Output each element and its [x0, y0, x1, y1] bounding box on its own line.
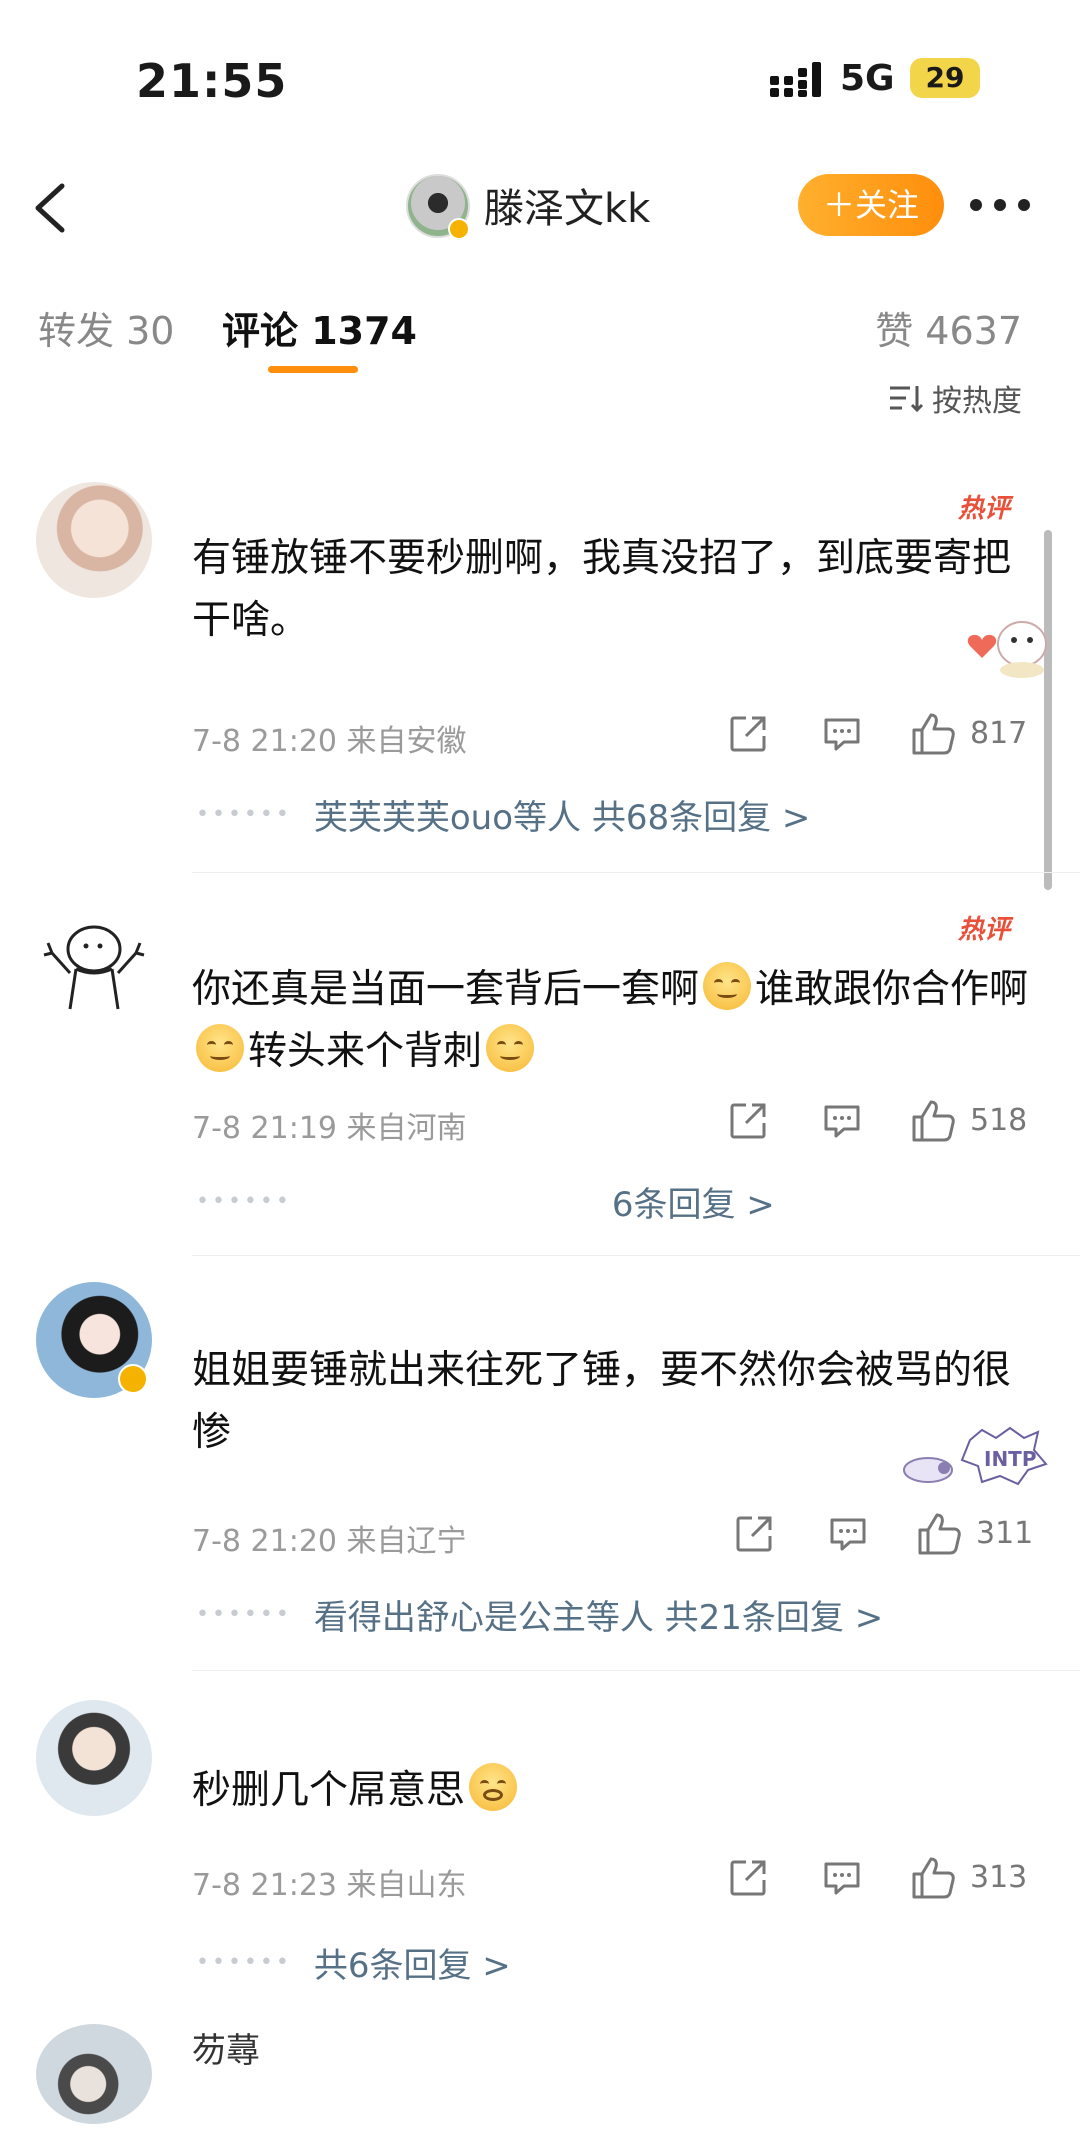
sort-icon	[890, 386, 924, 413]
avatar[interactable]	[36, 482, 152, 598]
hot-comment-badge: 热评	[958, 494, 1011, 524]
reply-dots: ••••••	[196, 1189, 292, 1214]
active-tab-indicator	[268, 366, 358, 373]
avatar[interactable]	[36, 2024, 152, 2124]
header-user-name[interactable]: 滕泽文kk	[484, 176, 650, 234]
smile-emoji-icon	[196, 1024, 244, 1072]
smile-emoji-icon	[703, 962, 752, 1010]
reply-icon[interactable]	[822, 1858, 862, 1898]
replies-summary: 芙芙芙芙ouo等人 共68条回复 >	[313, 798, 811, 838]
share-icon[interactable]	[728, 1858, 768, 1898]
comment-meta: 7-8 21:20 来自辽宁	[192, 1524, 467, 1559]
reply-dots: ••••••	[196, 1950, 292, 1975]
reply-icon[interactable]	[822, 1101, 862, 1141]
like-thumb-icon[interactable]	[910, 1856, 956, 1900]
comment-user-name: 芴蕁	[192, 2031, 260, 2071]
reply-icon[interactable]	[822, 714, 862, 754]
hot-comment-badge: 热评	[958, 915, 1011, 945]
status-time: 21:55	[136, 54, 288, 108]
comment-text-part: 谁敢跟你合作啊	[755, 967, 1029, 1012]
comment-text: 你还真是当面一套背后一套啊 谁敢跟你合作啊转头来个背刺	[192, 959, 1042, 1083]
share-icon[interactable]	[734, 1514, 774, 1554]
network-label: 5G	[840, 58, 895, 99]
view-replies-link[interactable]: •••••• 6条回复 >	[196, 1177, 775, 1226]
laugh-cry-emoji-icon	[469, 1763, 518, 1811]
replies-summary: 共6条回复 >	[313, 1946, 511, 1986]
share-icon[interactable]	[728, 714, 768, 754]
like-count: 817	[970, 716, 1028, 751]
like-thumb-icon[interactable]	[910, 712, 956, 756]
avatar[interactable]	[36, 1700, 152, 1816]
follow-button[interactable]: ＋关注	[798, 174, 944, 236]
divider	[192, 1670, 1080, 1671]
view-replies-link[interactable]: •••••• 芙芙芙芙ouo等人 共68条回复 >	[196, 790, 810, 839]
comment-text: 姐姐要锤就出来往死了锤，要不然你会被骂的很惨	[192, 1348, 1012, 1455]
sort-toggle[interactable]: 按热度	[888, 376, 1022, 420]
comment-actions: 313	[728, 1854, 1048, 1902]
divider	[192, 872, 1080, 873]
replies-summary: 6条回复 >	[611, 1185, 775, 1225]
like-count: 313	[970, 1860, 1028, 1895]
top-nav-bar: 滕泽文kk ＋关注	[0, 150, 1080, 270]
comment-meta: 7-8 21:23 来自山东	[192, 1868, 467, 1903]
like-thumb-icon[interactable]	[910, 1099, 956, 1143]
reply-dots: ••••••	[196, 802, 292, 827]
comment-text-part: 转头来个背刺	[248, 1029, 483, 1074]
reply-icon[interactable]	[828, 1514, 868, 1554]
avatar[interactable]	[36, 913, 152, 1029]
comment-text: 秒删几个屌意思	[192, 1760, 1022, 1822]
back-arrow-icon[interactable]	[24, 178, 84, 238]
tab-comments[interactable]: 评论 1374	[222, 300, 417, 355]
comment-actions: 817	[728, 710, 1048, 758]
view-replies-link[interactable]: •••••• 共6条回复 >	[196, 1938, 511, 1987]
tab-likes[interactable]: 赞 4637	[875, 300, 1022, 355]
verified-badge-icon	[448, 218, 470, 240]
divider	[192, 1255, 1080, 1256]
reply-dots: ••••••	[196, 1602, 292, 1627]
more-options-icon[interactable]	[966, 190, 1034, 220]
signal-icon	[770, 62, 821, 97]
comment-text-part: 秒删几个屌意思	[192, 1768, 466, 1813]
status-bar: 21:55 5G 29	[0, 0, 1080, 150]
smile-emoji-icon	[486, 1024, 535, 1072]
like-thumb-icon[interactable]	[916, 1512, 962, 1556]
battery-indicator: 29	[910, 58, 980, 98]
tab-repost[interactable]: 转发 30	[38, 300, 174, 355]
comment-meta: 7-8 21:19 来自河南	[192, 1111, 467, 1146]
verified-badge-icon	[118, 1364, 148, 1394]
sticker-icon: INTP	[903, 1426, 1048, 1486]
like-count: 311	[976, 1516, 1034, 1551]
comment-actions: 518	[728, 1097, 1048, 1145]
share-icon[interactable]	[728, 1101, 768, 1141]
comment-text-part: 你还真是当面一套背后一套啊	[192, 967, 700, 1012]
sort-label: 按热度	[932, 384, 1022, 419]
comment-meta: 7-8 21:20 来自安徽	[192, 724, 467, 759]
replies-summary: 看得出舒心是公主等人 共21条回复 >	[313, 1598, 884, 1638]
sticker-text: INTP	[984, 1447, 1036, 1471]
comment-text: 有锤放锤不要秒删啊，我真没招了，到底要寄把干啥。	[192, 536, 1012, 643]
comment-actions: 311	[734, 1510, 1054, 1558]
sticker-icon	[967, 621, 1047, 678]
like-count: 518	[970, 1103, 1028, 1138]
view-replies-link[interactable]: •••••• 看得出舒心是公主等人 共21条回复 >	[196, 1590, 883, 1639]
